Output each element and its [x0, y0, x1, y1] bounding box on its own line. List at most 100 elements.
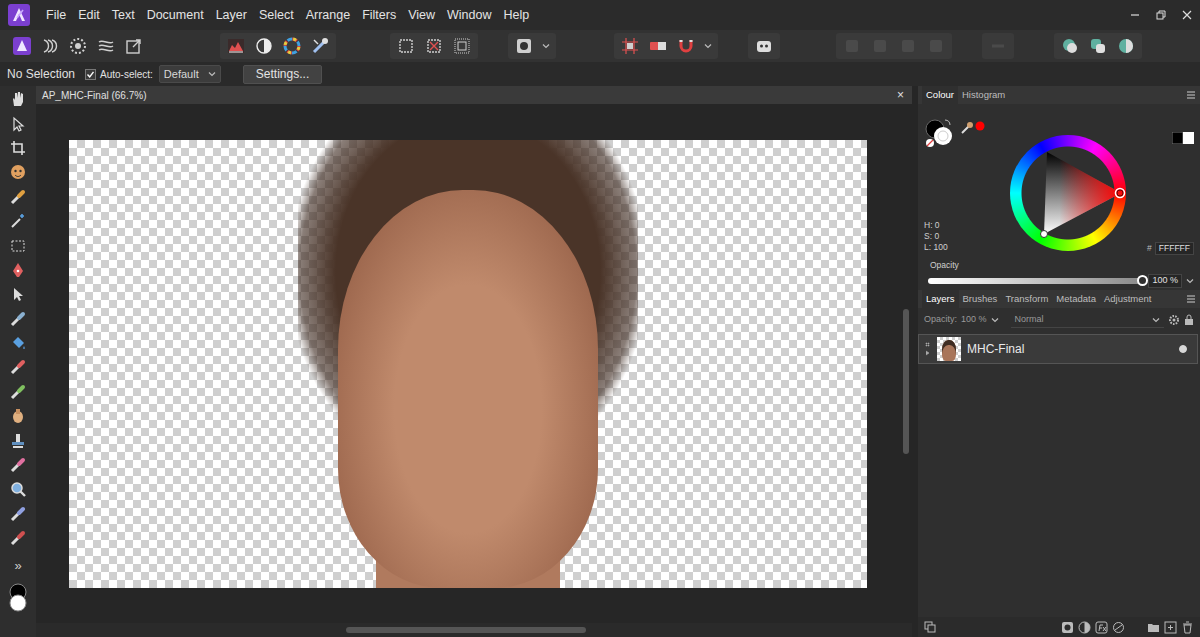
- panel-tab[interactable]: Adjustment: [1100, 290, 1156, 308]
- paint-brush-icon[interactable]: [0, 355, 36, 379]
- invert-selection-icon[interactable]: [448, 33, 476, 59]
- flood-select-icon[interactable]: [0, 209, 36, 233]
- delete-layer-icon[interactable]: [1181, 621, 1194, 634]
- contrast-icon[interactable]: [250, 33, 278, 59]
- colour-swatches-icon[interactable]: [5, 582, 31, 612]
- visibility-toggle[interactable]: [1179, 345, 1187, 353]
- marquee-icon[interactable]: [392, 33, 420, 59]
- dropdown-chevron-icon[interactable]: [538, 42, 554, 50]
- menu-item[interactable]: Document: [141, 0, 210, 30]
- colour-picker-icon[interactable]: [960, 118, 986, 136]
- crop-tool-icon[interactable]: [0, 136, 36, 160]
- canvas-area[interactable]: [36, 104, 900, 623]
- hex-value[interactable]: FFFFFF: [1155, 242, 1194, 255]
- more-tools-button[interactable]: »: [0, 554, 36, 576]
- liquify-persona-icon[interactable]: [36, 33, 64, 59]
- pen-tool-icon[interactable]: [0, 258, 36, 282]
- fx-icon[interactable]: [1095, 621, 1108, 634]
- fill-stroke-swatch-icon[interactable]: [924, 118, 956, 148]
- move-tool-icon[interactable]: [0, 111, 36, 135]
- auto-select-checkbox[interactable]: [85, 69, 96, 80]
- settings-button[interactable]: Settings...: [243, 65, 322, 84]
- close-document-button[interactable]: ×: [897, 86, 904, 104]
- blend-mode-dropdown[interactable]: Normal: [1011, 312, 1164, 328]
- quick-mask-icon[interactable]: [510, 33, 538, 59]
- panel-tab[interactable]: Layers: [922, 290, 959, 308]
- arrange-back-icon[interactable]: [922, 33, 950, 59]
- menu-item[interactable]: Help: [498, 0, 536, 30]
- brush-settings-icon[interactable]: [306, 33, 334, 59]
- layer-opacity-value[interactable]: 100 %: [961, 313, 987, 327]
- clone-tool-icon[interactable]: [0, 428, 36, 452]
- photo-persona-icon[interactable]: [8, 33, 36, 59]
- dropdown-chevron-icon[interactable]: [700, 42, 716, 50]
- levels-icon[interactable]: [222, 33, 250, 59]
- live-filter-icon[interactable]: [1112, 621, 1125, 634]
- document-canvas[interactable]: [69, 140, 867, 588]
- adjustment-icon[interactable]: [1078, 621, 1091, 634]
- chevron-down-icon[interactable]: [991, 316, 999, 324]
- red-eye-tool-icon[interactable]: [0, 526, 36, 550]
- minimize-icon[interactable]: [1122, 0, 1148, 30]
- opacity-slider[interactable]: [928, 278, 1142, 284]
- eraser-tool-icon[interactable]: [0, 453, 36, 477]
- slider-knob[interactable]: [1137, 275, 1148, 286]
- menu-item[interactable]: Arrange: [300, 0, 356, 30]
- panel-tab[interactable]: Colour: [922, 86, 958, 104]
- scroll-thumb[interactable]: [346, 627, 586, 633]
- colour-wheel-icon[interactable]: [278, 33, 306, 59]
- lock-icon[interactable]: [1184, 314, 1194, 326]
- chevron-down-icon[interactable]: [1186, 277, 1194, 285]
- hex-field[interactable]: # FFFFFF: [1147, 242, 1194, 255]
- snapping-grid-icon[interactable]: [616, 33, 644, 59]
- menu-item[interactable]: View: [402, 0, 441, 30]
- panel-tab[interactable]: Brushes: [959, 290, 1002, 308]
- colour-wheel[interactable]: [1010, 135, 1126, 251]
- horizontal-scrollbar[interactable]: [36, 623, 912, 637]
- layers-stack-icon[interactable]: [924, 621, 936, 633]
- scroll-thumb[interactable]: [903, 309, 909, 454]
- blemish-tool-icon[interactable]: [0, 502, 36, 526]
- menu-item[interactable]: Layer: [210, 0, 253, 30]
- node-tool-icon[interactable]: [0, 282, 36, 306]
- arrange-backward-icon[interactable]: [894, 33, 922, 59]
- affinity-logo-icon[interactable]: [8, 4, 30, 26]
- mask-layer-icon[interactable]: [1061, 621, 1074, 634]
- add-operation-icon[interactable]: [1056, 33, 1084, 59]
- marquee-tool-icon[interactable]: [0, 233, 36, 257]
- magnet-icon[interactable]: [672, 33, 700, 59]
- restore-icon[interactable]: [1148, 0, 1174, 30]
- fill-tool-icon[interactable]: [0, 331, 36, 355]
- deselect-icon[interactable]: [420, 33, 448, 59]
- menu-item[interactable]: Select: [253, 0, 300, 30]
- tone-mapping-persona-icon[interactable]: [92, 33, 120, 59]
- group-layers-icon[interactable]: [1147, 621, 1160, 634]
- export-persona-icon[interactable]: [120, 33, 148, 59]
- menu-item[interactable]: File: [40, 0, 72, 30]
- panel-menu-icon[interactable]: [1186, 90, 1196, 100]
- gradient-tool-icon[interactable]: [0, 307, 36, 331]
- select-mode-dropdown[interactable]: Default: [159, 65, 221, 83]
- align-icon[interactable]: [984, 33, 1012, 59]
- toggle-icon[interactable]: [644, 33, 672, 59]
- auto-select-toggle[interactable]: Auto-select:: [85, 67, 153, 82]
- zoom-tool-icon[interactable]: [0, 477, 36, 501]
- menu-item[interactable]: Text: [106, 0, 141, 30]
- menu-item[interactable]: Filters: [356, 0, 402, 30]
- arrange-forward-icon[interactable]: [866, 33, 894, 59]
- add-layer-icon[interactable]: [1164, 621, 1177, 634]
- panel-menu-icon[interactable]: [1186, 294, 1196, 304]
- vertical-scrollbar[interactable]: [900, 104, 912, 623]
- opacity-reading[interactable]: 100 %: [1148, 274, 1182, 288]
- layer-row[interactable]: MHC-Final: [918, 334, 1198, 364]
- panel-tab[interactable]: Transform: [1001, 290, 1052, 308]
- develop-persona-icon[interactable]: [64, 33, 92, 59]
- assistant-robot-icon[interactable]: [750, 33, 778, 59]
- subtract-operation-icon[interactable]: [1084, 33, 1112, 59]
- pixel-tool-icon[interactable]: [0, 380, 36, 404]
- close-window-icon[interactable]: [1174, 0, 1200, 30]
- document-tab[interactable]: AP_MHC-Final (66.7%) ×: [36, 86, 912, 104]
- gear-icon[interactable]: [1168, 314, 1180, 326]
- menu-item[interactable]: Window: [441, 0, 497, 30]
- panel-tab[interactable]: Histogram: [958, 86, 1009, 104]
